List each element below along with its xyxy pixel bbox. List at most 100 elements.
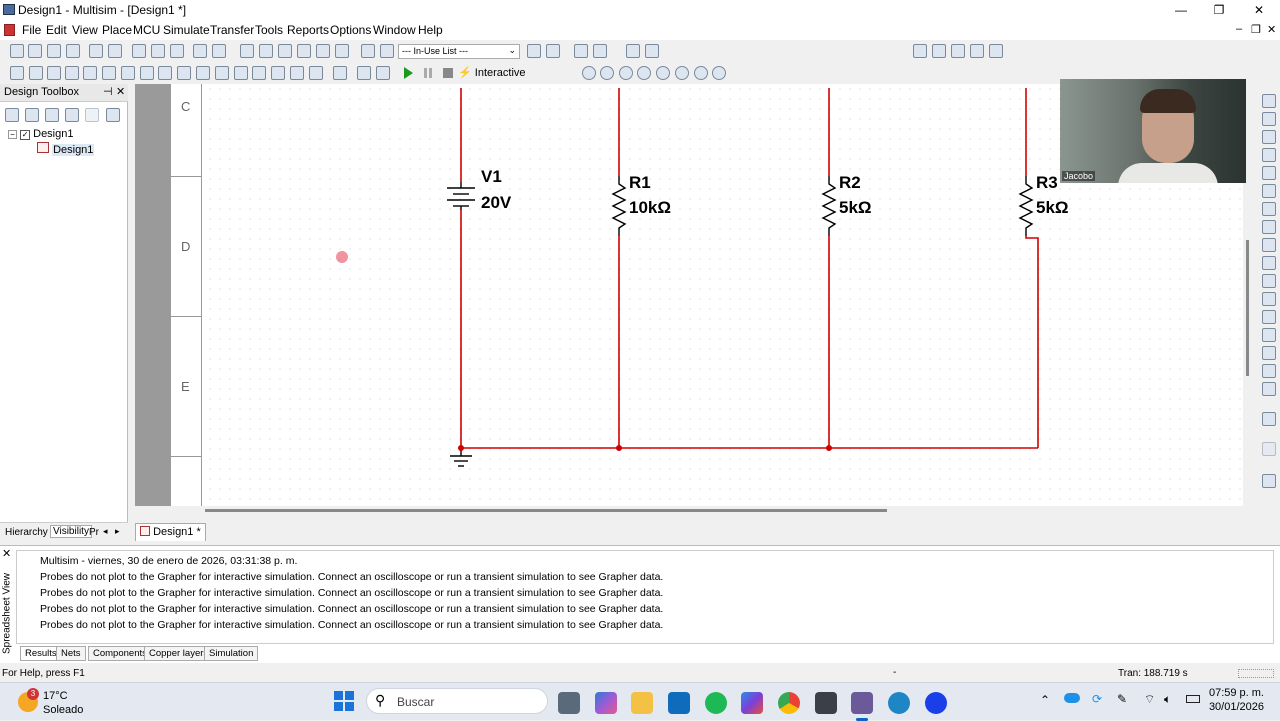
menu-mcu[interactable]: MCU bbox=[133, 23, 160, 37]
redo-icon[interactable] bbox=[212, 44, 226, 58]
r2-ref[interactable]: R2 bbox=[839, 173, 861, 193]
store-icon[interactable] bbox=[815, 692, 837, 714]
close-button[interactable]: ✕ bbox=[1240, 0, 1278, 20]
tree-root[interactable]: − ✓ Design1 bbox=[8, 128, 73, 140]
wifi-icon[interactable]: ⌔ bbox=[1144, 692, 1155, 707]
component-wizard-icon[interactable] bbox=[316, 44, 330, 58]
close-design-icon[interactable] bbox=[65, 108, 79, 122]
menu-options[interactable]: Options bbox=[330, 23, 371, 37]
paste-icon[interactable] bbox=[170, 44, 184, 58]
delete-icon[interactable] bbox=[85, 108, 99, 122]
zoom-out-icon[interactable] bbox=[932, 44, 946, 58]
labview-icon[interactable] bbox=[1262, 412, 1276, 426]
zoom-in-icon[interactable] bbox=[913, 44, 927, 58]
grapher-icon[interactable] bbox=[278, 44, 292, 58]
spotify-icon[interactable] bbox=[705, 692, 727, 714]
start-button[interactable] bbox=[334, 691, 354, 711]
taskbar-search[interactable]: ⚲ Buscar bbox=[366, 688, 548, 714]
instrument-3-icon[interactable] bbox=[619, 66, 633, 80]
tab-components[interactable]: Components bbox=[88, 646, 152, 661]
function-generator-icon[interactable] bbox=[1262, 112, 1276, 126]
print-icon[interactable] bbox=[89, 44, 103, 58]
agilent-generator-icon[interactable] bbox=[1262, 346, 1276, 360]
copy-icon[interactable] bbox=[151, 44, 165, 58]
tab-nets[interactable]: Nets bbox=[56, 646, 86, 661]
gear-icon[interactable] bbox=[712, 66, 726, 80]
vertical-scrollbar[interactable] bbox=[1246, 240, 1249, 376]
tab-project[interactable]: Pr bbox=[89, 527, 99, 538]
instrument-5-icon[interactable] bbox=[656, 66, 670, 80]
spreadsheet-close-icon[interactable]: ✕ bbox=[2, 547, 11, 560]
menu-help[interactable]: Help bbox=[418, 23, 443, 37]
chrome-icon[interactable] bbox=[778, 692, 800, 714]
tab-scroll-left-icon[interactable]: ◂ bbox=[103, 526, 108, 537]
zoom-app-icon[interactable] bbox=[925, 692, 947, 714]
bom-icon[interactable] bbox=[380, 44, 394, 58]
tab-copper-layers[interactable]: Copper layers bbox=[144, 646, 214, 661]
outlook-icon[interactable] bbox=[668, 692, 690, 714]
mcu-icon[interactable] bbox=[140, 66, 154, 80]
instrument-4-icon[interactable] bbox=[637, 66, 651, 80]
misc-icon[interactable] bbox=[252, 66, 266, 80]
hierarchical-block-icon[interactable] bbox=[333, 66, 347, 80]
v1-value[interactable]: 20V bbox=[481, 193, 511, 213]
erc-icon[interactable] bbox=[527, 44, 541, 58]
misc-digital-icon[interactable] bbox=[177, 66, 191, 80]
zoom-sheet-icon[interactable] bbox=[970, 44, 984, 58]
measurement-probe-icon[interactable] bbox=[1262, 474, 1276, 488]
transfer-ultiboard-icon[interactable] bbox=[546, 44, 560, 58]
indicator-icon[interactable] bbox=[234, 66, 248, 80]
interactive-mode-button[interactable]: ⚡ Interactive bbox=[458, 66, 526, 79]
in-use-list-dropdown[interactable]: --- In-Use List --- ⌄ bbox=[398, 44, 520, 59]
properties-icon[interactable] bbox=[106, 108, 120, 122]
onedrive-icon[interactable] bbox=[1064, 693, 1080, 703]
volume-icon[interactable]: 🔈︎ bbox=[1164, 692, 1171, 707]
pen-icon[interactable]: ✎ bbox=[1117, 692, 1127, 706]
tab-scroll-right-icon[interactable]: ▸ bbox=[115, 526, 120, 537]
horizontal-scrollbar[interactable] bbox=[205, 509, 887, 512]
tab-visibility[interactable]: Visibility bbox=[50, 525, 92, 538]
r2-value[interactable]: 5kΩ bbox=[839, 198, 872, 218]
weather-widget[interactable]: 3 17°C Soleado bbox=[16, 686, 96, 718]
chevron-up-icon[interactable]: ⌃ bbox=[1040, 693, 1050, 707]
backannotate-icon[interactable] bbox=[574, 44, 588, 58]
edge-icon[interactable] bbox=[888, 692, 910, 714]
power-icon[interactable] bbox=[215, 66, 229, 80]
copilot-icon[interactable] bbox=[595, 692, 617, 714]
multisim-taskbar-icon[interactable] bbox=[851, 692, 873, 714]
save-design-icon[interactable] bbox=[45, 108, 59, 122]
close-icon[interactable]: ✕ bbox=[116, 85, 125, 98]
battery-icon[interactable] bbox=[1186, 695, 1200, 703]
office-icon[interactable] bbox=[741, 692, 763, 714]
instrument-6-icon[interactable] bbox=[675, 66, 689, 80]
instrument-2-icon[interactable] bbox=[600, 66, 614, 80]
network-analyzer-icon[interactable] bbox=[1262, 328, 1276, 342]
zoom-area-icon[interactable] bbox=[951, 44, 965, 58]
bode-plotter-icon[interactable] bbox=[1262, 184, 1276, 198]
file-explorer-icon[interactable] bbox=[631, 692, 653, 714]
run-icon[interactable] bbox=[404, 67, 413, 79]
menu-file[interactable]: File bbox=[22, 23, 41, 37]
basic-icon[interactable] bbox=[29, 66, 43, 80]
postprocessor-icon[interactable] bbox=[297, 44, 311, 58]
toggle-toolbox-icon[interactable] bbox=[240, 44, 254, 58]
r1-ref[interactable]: R1 bbox=[629, 173, 651, 193]
menu-edit[interactable]: Edit bbox=[46, 23, 67, 37]
current-probe-icon[interactable] bbox=[1262, 442, 1276, 456]
probe-icon[interactable] bbox=[376, 66, 390, 80]
print-preview-icon[interactable] bbox=[108, 44, 122, 58]
sync-icon[interactable]: ⟳ bbox=[1092, 692, 1102, 706]
menu-simulate[interactable]: Simulate bbox=[163, 23, 210, 37]
mixed-icon[interactable] bbox=[196, 66, 210, 80]
menu-window[interactable]: Window bbox=[373, 23, 416, 37]
mdi-minimize-button[interactable]: – bbox=[1236, 23, 1242, 35]
rf-icon[interactable] bbox=[271, 66, 285, 80]
r3-value[interactable]: 5kΩ bbox=[1036, 198, 1069, 218]
analog-icon[interactable] bbox=[83, 66, 97, 80]
collapse-icon[interactable]: − bbox=[8, 130, 17, 139]
minimize-button[interactable]: — bbox=[1162, 0, 1200, 20]
spreadsheet-icon[interactable] bbox=[259, 44, 273, 58]
oscilloscope-icon[interactable] bbox=[1262, 148, 1276, 162]
menu-reports[interactable]: Reports bbox=[287, 23, 329, 37]
logic-analyzer-icon[interactable] bbox=[1262, 256, 1276, 270]
